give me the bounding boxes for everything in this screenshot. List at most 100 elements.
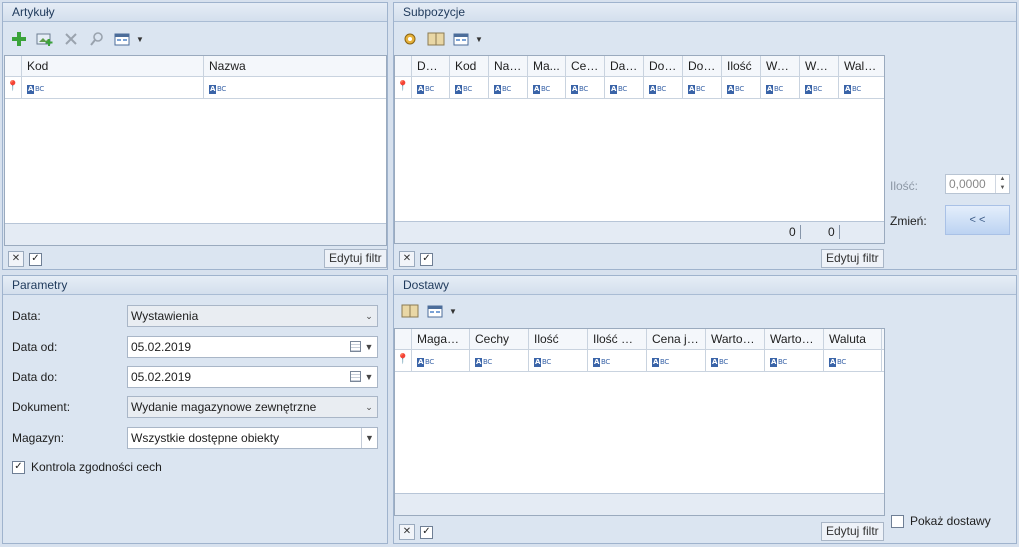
artykuly-grid: Kod Nazwa 📍 A BC A BC <box>4 55 387 246</box>
edit-filter-button[interactable]: Edytuj filtr <box>821 249 884 268</box>
data-select[interactable]: Wystawienia ⌄ <box>127 305 378 327</box>
column-header[interactable]: Waluta <box>839 56 884 76</box>
view-settings-icon[interactable] <box>451 28 473 50</box>
filter-cell[interactable]: A BC <box>22 77 204 98</box>
column-header[interactable]: Kod <box>22 56 204 76</box>
dostawy-panel: Dostawy ▼ Magazyn Cechy Ilość Ilość w j.… <box>393 275 1017 544</box>
column-header[interactable]: Ilość <box>529 329 588 349</box>
column-header[interactable]: Kod <box>450 56 489 76</box>
pokaz-dostawy-checkbox[interactable] <box>891 514 904 528</box>
filter-cell[interactable]: A BC <box>528 77 566 98</box>
filter-cell[interactable]: A BC <box>605 77 644 98</box>
filter-cell[interactable]: A BC <box>489 77 528 98</box>
pokaz-dostawy-row: Pokaż dostawy <box>891 514 991 528</box>
column-header[interactable]: Dat... <box>605 56 644 76</box>
column-header[interactable]: Dok... <box>412 56 450 76</box>
spin-up-icon[interactable]: ▲ <box>995 175 1009 184</box>
delete-icon[interactable] <box>60 28 82 50</box>
filter-cell[interactable]: A BC <box>470 350 529 371</box>
filter-cell[interactable]: A BC <box>412 77 450 98</box>
column-header[interactable]: Waluta <box>824 329 882 349</box>
filter-cell[interactable]: A BC <box>450 77 489 98</box>
filter-cell[interactable]: A BC <box>839 77 884 98</box>
edit-filter-button[interactable]: Edytuj filtr <box>324 249 387 268</box>
filter-cell[interactable]: A BC <box>761 77 800 98</box>
column-header[interactable]: Cena je... <box>647 329 706 349</box>
data-do-field[interactable]: 05.02.2019 ▼ <box>127 366 378 388</box>
chevron-down-icon[interactable]: ▼ <box>449 307 457 316</box>
filter-cell[interactable]: A BC <box>683 77 722 98</box>
filter-cell[interactable]: A BC <box>566 77 605 98</box>
column-header[interactable]: Wartość... <box>765 329 824 349</box>
column-header[interactable]: Nazwa <box>204 56 385 76</box>
parametry-title: Parametry <box>3 276 387 295</box>
chevron-down-icon[interactable]: ▼ <box>361 428 377 448</box>
magazyn-select[interactable]: Wszystkie dostępne obiekty ▼ <box>127 427 378 449</box>
ilosc-value: 0,0000 <box>949 177 986 191</box>
gear-icon[interactable] <box>399 28 421 50</box>
abc-icon: A BC <box>27 84 44 94</box>
filter-cell[interactable]: A BC <box>706 350 765 371</box>
filter-cell[interactable]: A BC <box>824 350 882 371</box>
clear-filter-button[interactable]: ✕ <box>399 251 415 267</box>
column-header[interactable]: Naz... <box>489 56 528 76</box>
chevron-down-icon[interactable]: ▼ <box>136 35 144 44</box>
column-header[interactable]: Dok... <box>644 56 683 76</box>
artykuly-title: Artykuły <box>3 3 387 22</box>
abc-icon: A BC <box>455 84 472 94</box>
book-icon[interactable] <box>425 28 447 50</box>
abc-icon: A BC <box>494 84 511 94</box>
filter-row: 📍 A BC A BC A BC A BC A BC A BC A BC A BC A BC AB… <box>395 77 884 99</box>
view-settings-icon[interactable] <box>112 28 134 50</box>
kontrola-checkbox[interactable]: ✓ <box>12 460 25 474</box>
clear-filter-button[interactable]: ✕ <box>8 251 24 267</box>
filter-row: 📍 A BC A BC <box>5 77 386 99</box>
filter-cell[interactable]: A BC <box>204 77 385 98</box>
abc-icon: A BC <box>649 84 666 94</box>
data-od-field[interactable]: 05.02.2019 ▼ <box>127 336 378 358</box>
chevron-down-icon[interactable]: ▼ <box>361 367 377 387</box>
chevron-down-icon[interactable]: ▼ <box>475 35 483 44</box>
add-icon[interactable] <box>8 28 30 50</box>
filter-cell[interactable]: A BC <box>800 77 839 98</box>
column-header[interactable]: Cechy <box>566 56 605 76</box>
filter-active-checkbox[interactable]: ✓ <box>420 252 433 266</box>
filter-cell[interactable]: A BC <box>765 350 824 371</box>
column-header[interactable]: War... <box>800 56 839 76</box>
view-settings-icon[interactable] <box>425 300 447 322</box>
book-icon[interactable] <box>399 300 421 322</box>
chevron-down-icon[interactable]: ⌄ <box>361 397 377 417</box>
move-left-button[interactable]: < < <box>945 205 1010 235</box>
column-header[interactable]: Ilość w j... <box>588 329 647 349</box>
column-header[interactable]: Magazyn <box>412 329 470 349</box>
column-header[interactable]: Dok... <box>683 56 722 76</box>
chevron-down-icon[interactable]: ⌄ <box>361 306 377 326</box>
filter-active-checkbox[interactable]: ✓ <box>29 252 42 266</box>
column-header[interactable]: Ma... <box>528 56 566 76</box>
column-header[interactable]: Cechy <box>470 329 529 349</box>
filter-cell[interactable]: A BC <box>722 77 761 98</box>
filter-cell[interactable]: A BC <box>647 350 706 371</box>
column-header[interactable]: War... <box>761 56 800 76</box>
ilosc-stepper[interactable]: 0,0000 ▲ ▼ <box>945 174 1010 194</box>
search-icon[interactable] <box>86 28 108 50</box>
calendar-icon[interactable] <box>350 371 361 382</box>
filter-cell[interactable]: A BC <box>588 350 647 371</box>
column-header[interactable]: Ilość <box>722 56 761 76</box>
artykuly-bottom-bar: ✕ ✓ <box>8 248 42 270</box>
chevron-down-icon[interactable]: ▼ <box>361 337 377 357</box>
filter-cell[interactable]: A BC <box>529 350 588 371</box>
abc-icon: A BC <box>652 357 669 367</box>
column-header[interactable]: Wartość... <box>706 329 765 349</box>
filter-active-checkbox[interactable]: ✓ <box>420 525 433 539</box>
filter-cell[interactable]: A BC <box>644 77 683 98</box>
add-image-icon[interactable] <box>34 28 56 50</box>
spin-down-icon[interactable]: ▼ <box>995 184 1009 193</box>
calendar-icon[interactable] <box>350 341 361 352</box>
grid-footer <box>395 493 884 515</box>
filter-cell[interactable]: A BC <box>412 350 470 371</box>
subpozycje-bottom-bar: ✕ ✓ <box>399 248 433 270</box>
dokument-select[interactable]: Wydanie magazynowe zewnętrzne ⌄ <box>127 396 378 418</box>
edit-filter-button[interactable]: Edytuj filtr <box>821 522 884 541</box>
clear-filter-button[interactable]: ✕ <box>399 524 415 540</box>
